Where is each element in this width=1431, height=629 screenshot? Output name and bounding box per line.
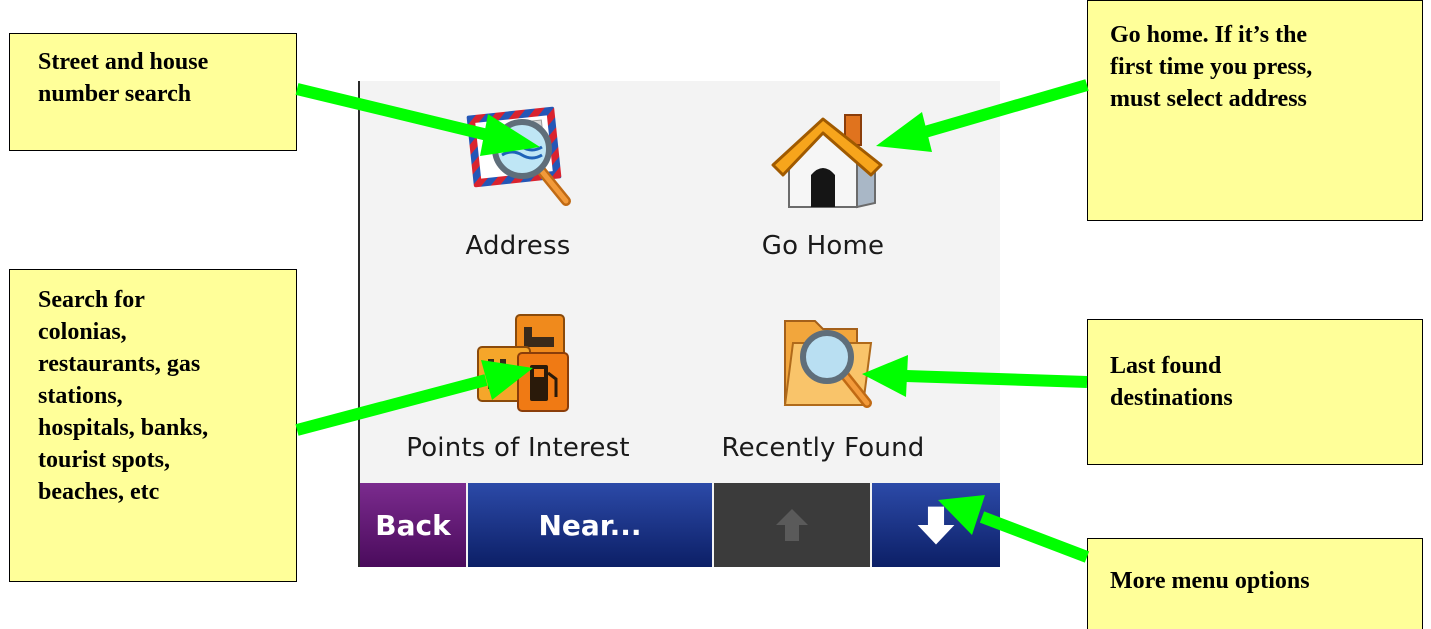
callout-line: restaurants, gas <box>38 351 201 377</box>
folder-search-icon <box>783 320 873 408</box>
callout-line: Search for <box>38 287 145 313</box>
poi-icon <box>477 314 569 412</box>
callout-more-options: More menu options <box>1087 538 1423 629</box>
callout-line: number search <box>38 81 192 107</box>
callout-line: destinations <box>1110 385 1233 411</box>
bottom-toolbar: Back Near... <box>358 483 1000 567</box>
scroll-up-button[interactable] <box>714 483 870 567</box>
go-home-label: Go Home <box>761 231 885 261</box>
up-arrow-icon <box>776 509 808 541</box>
address-menu-item[interactable]: Address <box>373 81 663 271</box>
recently-found-label: Recently Found <box>721 433 925 463</box>
gps-screen: Address Go Home Points of Interest Recen… <box>358 81 1000 567</box>
callout-recently-found: Last found destinations <box>1087 319 1423 465</box>
house-icon <box>771 114 883 209</box>
points-of-interest-menu-item[interactable]: Points of Interest <box>373 291 663 481</box>
points-of-interest-label: Points of Interest <box>406 433 630 463</box>
callout-line: stations, <box>38 383 123 409</box>
address-magnifier-icon <box>466 106 571 206</box>
back-button[interactable]: Back <box>360 483 466 567</box>
scroll-down-button[interactable] <box>872 483 1000 567</box>
callout-line: Go home. If it’s the <box>1110 22 1308 48</box>
address-label: Address <box>465 231 571 261</box>
callout-line: More menu options <box>1110 568 1310 594</box>
go-home-menu-item[interactable]: Go Home <box>678 81 968 271</box>
down-arrow-icon <box>917 506 955 545</box>
near-button[interactable]: Near... <box>468 483 712 567</box>
callout-line: Street and house <box>38 49 209 75</box>
callout-line: colonias, <box>38 319 127 345</box>
callout-line: beaches, etc <box>38 479 160 505</box>
callout-street-search: Street and house number search <box>9 33 297 151</box>
callout-points-of-interest: Search for colonias, restaurants, gas st… <box>9 269 297 582</box>
callout-go-home: Go home. If it’s the first time you pres… <box>1087 0 1423 221</box>
recently-found-menu-item[interactable]: Recently Found <box>678 291 968 481</box>
callout-line: Last found <box>1110 353 1222 379</box>
callout-line: tourist spots, <box>38 447 171 473</box>
callout-line: hospitals, banks, <box>38 415 209 441</box>
callout-line: must select address <box>1110 86 1307 112</box>
callout-line: first time you press, <box>1110 54 1313 80</box>
